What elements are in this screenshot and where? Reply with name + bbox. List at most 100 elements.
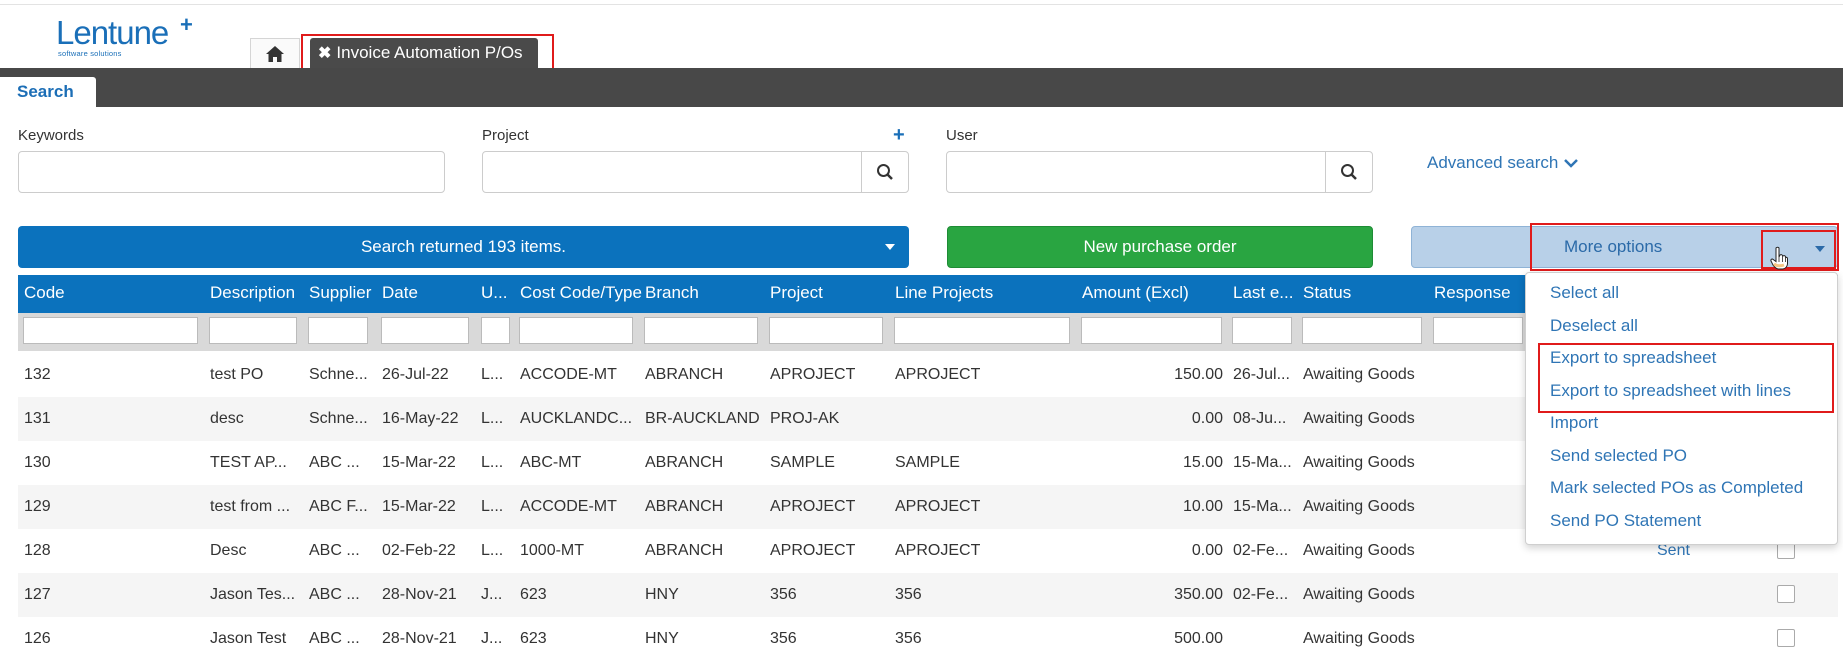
cell-code: 130 bbox=[24, 454, 51, 471]
menu-item-send-selected-po[interactable]: Send selected PO bbox=[1550, 446, 1687, 466]
cell-project: PROJ-AK bbox=[770, 410, 840, 427]
more-options-label: More options bbox=[1564, 237, 1663, 256]
filter-code[interactable] bbox=[23, 317, 198, 344]
cell-project: APROJECT bbox=[770, 498, 856, 515]
col-code[interactable]: Code bbox=[24, 283, 65, 303]
menu-item-deselect-all[interactable]: Deselect all bbox=[1550, 316, 1638, 336]
cell-supplier: ABC ... bbox=[309, 586, 360, 603]
cell-cost-code: 623 bbox=[520, 630, 547, 647]
cell-branch: HNY bbox=[645, 630, 679, 647]
menu-item-import[interactable]: Import bbox=[1550, 413, 1598, 433]
logo-name: Lentune bbox=[56, 14, 169, 51]
filter-project[interactable] bbox=[769, 317, 883, 344]
caret-down-icon bbox=[885, 244, 895, 250]
project-search-button[interactable] bbox=[861, 151, 909, 193]
home-icon bbox=[266, 45, 284, 62]
col-project[interactable]: Project bbox=[770, 283, 823, 303]
cell-project: APROJECT bbox=[770, 542, 856, 559]
filter-response[interactable] bbox=[1433, 317, 1523, 344]
project-input[interactable] bbox=[482, 151, 862, 193]
filter-branch[interactable] bbox=[644, 317, 758, 344]
col-status[interactable]: Status bbox=[1303, 283, 1351, 303]
cell-user: L... bbox=[481, 410, 504, 427]
col-date[interactable]: Date bbox=[382, 283, 418, 303]
cell-status: Awaiting Goods bbox=[1303, 454, 1415, 471]
cell-line-projects: 356 bbox=[895, 586, 922, 603]
cell-supplier: ABC ... bbox=[309, 454, 360, 471]
col-amount[interactable]: Amount (Excl) bbox=[1082, 283, 1189, 303]
top-border bbox=[0, 0, 1843, 5]
cell-description: desc bbox=[210, 410, 244, 427]
menu-item-mark-completed[interactable]: Mark selected POs as Completed bbox=[1550, 478, 1803, 498]
cell-date: 28-Nov-21 bbox=[382, 586, 457, 603]
filter-date[interactable] bbox=[381, 317, 469, 344]
cell-date: 26-Jul-22 bbox=[382, 366, 449, 383]
cell-user: L... bbox=[481, 542, 504, 559]
cell-cost-code: ABC-MT bbox=[520, 454, 582, 471]
cell-code: 127 bbox=[24, 586, 51, 603]
user-input[interactable] bbox=[946, 151, 1326, 193]
cell-project: SAMPLE bbox=[770, 454, 835, 471]
cell-amount: 0.00 bbox=[1191, 410, 1223, 427]
col-last-edited[interactable]: Last e... bbox=[1233, 283, 1293, 303]
col-line-projects[interactable]: Line Projects bbox=[895, 283, 993, 303]
cell-date: 02-Feb-22 bbox=[382, 542, 456, 559]
add-project-icon[interactable]: + bbox=[893, 124, 905, 147]
cell-user: L... bbox=[481, 366, 504, 383]
cell-description: Jason Test bbox=[210, 630, 287, 647]
filter-description[interactable] bbox=[209, 317, 297, 344]
menu-item-send-po-statement[interactable]: Send PO Statement bbox=[1550, 511, 1701, 531]
cell-cost-code: ACCODE-MT bbox=[520, 498, 617, 515]
highlight-box bbox=[1538, 343, 1834, 413]
cell-supplier: ABC F... bbox=[309, 498, 368, 515]
tab-search[interactable]: Search bbox=[0, 77, 96, 107]
menu-item-select-all[interactable]: Select all bbox=[1550, 283, 1619, 303]
advanced-search-link[interactable]: Advanced search bbox=[1427, 153, 1579, 173]
cell-code: 129 bbox=[24, 498, 51, 515]
cell-amount: 0.00 bbox=[1191, 542, 1223, 559]
filter-cost-code[interactable] bbox=[519, 317, 633, 344]
project-label: Project bbox=[482, 127, 529, 144]
user-search-button[interactable] bbox=[1325, 151, 1373, 193]
filter-amount[interactable] bbox=[1081, 317, 1222, 344]
row-checkbox[interactable] bbox=[1777, 585, 1795, 603]
cell-supplier: Schne... bbox=[309, 366, 368, 383]
cell-last-edited: 02-Fe... bbox=[1233, 542, 1289, 559]
cell-branch: ABRANCH bbox=[645, 542, 724, 559]
keywords-input[interactable] bbox=[18, 151, 445, 193]
results-text: Search returned 193 items. bbox=[360, 237, 567, 256]
cell-project: 356 bbox=[770, 586, 797, 603]
cell-description: test PO bbox=[210, 366, 264, 383]
cell-user: J... bbox=[481, 586, 503, 603]
cell-branch: ABRANCH bbox=[645, 498, 724, 515]
col-cost-code[interactable]: Cost Code/Type bbox=[520, 283, 642, 303]
keywords-label: Keywords bbox=[18, 127, 84, 144]
cell-line-projects: APROJECT bbox=[895, 498, 981, 515]
cell-cost-code: 1000-MT bbox=[520, 542, 585, 559]
row-checkbox[interactable] bbox=[1777, 629, 1795, 647]
col-description[interactable]: Description bbox=[210, 283, 295, 303]
cell-last-edited: 15-Ma... bbox=[1233, 454, 1292, 471]
home-tab[interactable] bbox=[250, 38, 300, 68]
col-branch[interactable]: Branch bbox=[645, 283, 699, 303]
results-bar[interactable]: Search returned 193 items. bbox=[18, 226, 909, 268]
search-icon bbox=[1341, 164, 1357, 180]
col-response[interactable]: Response bbox=[1434, 283, 1511, 303]
filter-line-projects[interactable] bbox=[894, 317, 1070, 344]
cell-branch: HNY bbox=[645, 586, 679, 603]
filter-supplier[interactable] bbox=[308, 317, 368, 344]
filter-user[interactable] bbox=[481, 317, 510, 344]
col-user[interactable]: U... bbox=[481, 283, 507, 303]
cell-amount: 500.00 bbox=[1174, 630, 1223, 647]
cell-amount: 150.00 bbox=[1174, 366, 1223, 383]
cell-description: test from ... bbox=[210, 498, 291, 515]
cell-project: 356 bbox=[770, 630, 797, 647]
cell-code: 128 bbox=[24, 542, 51, 559]
col-supplier[interactable]: Supplier bbox=[309, 283, 371, 303]
new-purchase-order-button[interactable]: New purchase order bbox=[947, 226, 1373, 268]
cell-code: 126 bbox=[24, 630, 51, 647]
filter-last-edited[interactable] bbox=[1232, 317, 1292, 344]
cell-branch: ABRANCH bbox=[645, 454, 724, 471]
cell-code: 132 bbox=[24, 366, 51, 383]
filter-status[interactable] bbox=[1302, 317, 1422, 344]
